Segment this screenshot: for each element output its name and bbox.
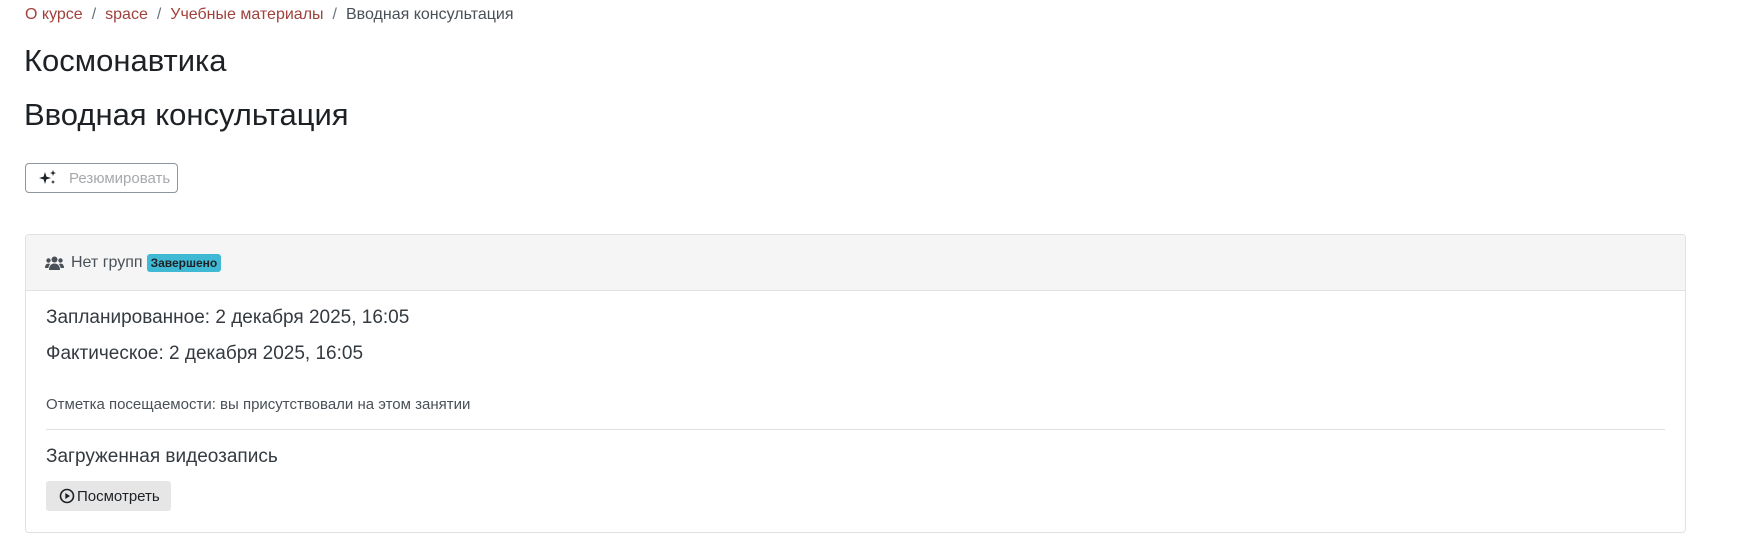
session-card: Нет групп Завершено Запланированное: 2 д…	[25, 234, 1686, 533]
play-circle-icon	[59, 488, 75, 504]
session-card-header: Нет групп Завершено	[26, 235, 1685, 291]
sparkles-icon	[39, 170, 56, 184]
video-title: Загруженная видеозапись	[46, 446, 278, 467]
breadcrumb-separator: /	[332, 6, 337, 23]
breadcrumb-separator: /	[156, 6, 162, 23]
breadcrumb: О курсе / space / Учебные материалы / Вв…	[25, 6, 514, 24]
users-icon	[45, 256, 64, 270]
watch-button[interactable]: Посмотреть	[46, 481, 171, 511]
attendance-status: Отметка посещаемости: вы присутствовали …	[46, 396, 471, 413]
group-label: Нет групп	[71, 253, 143, 271]
summarize-label: Резюмировать	[69, 169, 171, 187]
breadcrumb-current: Вводная консультация	[345, 6, 514, 23]
breadcrumb-link-about[interactable]: О курсе	[25, 6, 83, 24]
breadcrumb-separator: /	[91, 6, 97, 23]
breadcrumb-link-materials[interactable]: Учебные материалы	[170, 6, 323, 24]
summarize-button[interactable]: Резюмировать	[25, 163, 178, 193]
actual-time: Фактическое: 2 декабря 2025, 16:05	[46, 343, 364, 364]
status-badge: Завершено	[146, 253, 222, 272]
breadcrumb-link-space[interactable]: space	[105, 6, 148, 24]
scheduled-time: Запланированное: 2 декабря 2025, 16:05	[46, 307, 410, 328]
divider	[46, 429, 1665, 430]
course-title: Космонавтика	[24, 43, 227, 78]
watch-label: Посмотреть	[77, 487, 160, 505]
page: О курсе / space / Учебные материалы / Вв…	[0, 0, 1740, 547]
page-title: Вводная консультация	[24, 97, 349, 132]
